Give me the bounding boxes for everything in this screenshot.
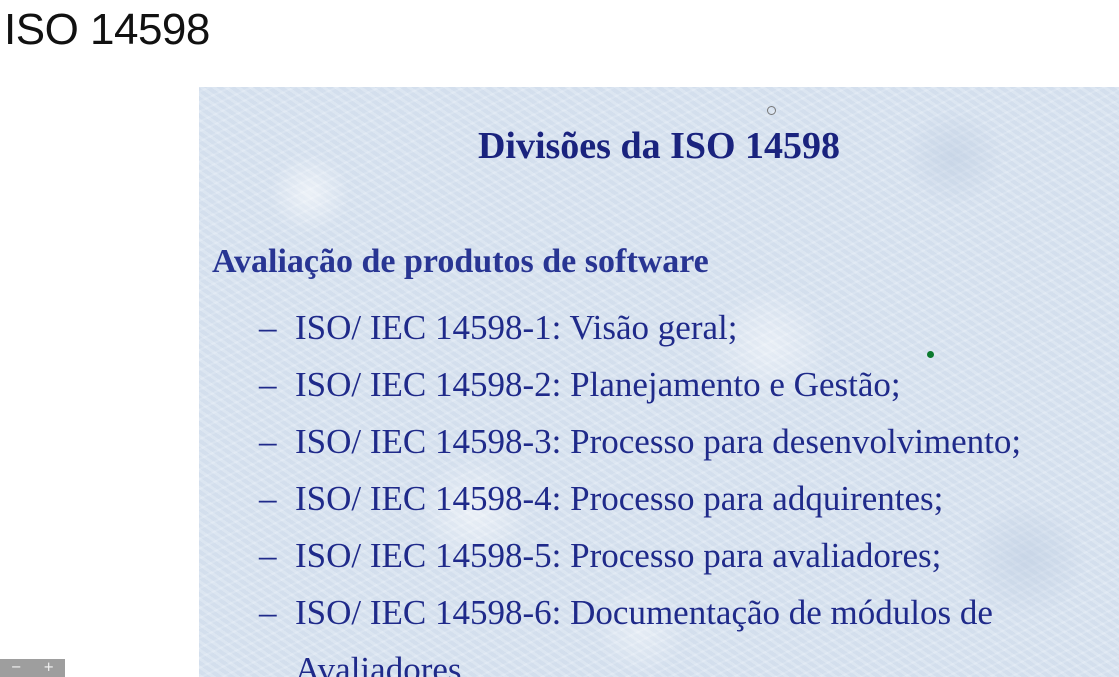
slide-heading: Divisões da ISO 14598	[477, 125, 841, 167]
page-title: ISO 14598	[4, 5, 210, 54]
zoom-out-button[interactable]: −	[11, 659, 22, 677]
list-item: – ISO/ IEC 14598-6: Documentação de módu…	[259, 584, 1119, 677]
list-item-continuation: Avaliadores.	[295, 650, 471, 677]
bullet-dash: –	[259, 365, 277, 404]
bullet-dash: –	[259, 479, 277, 518]
zoom-in-button[interactable]: +	[43, 659, 54, 677]
bullet-dash: –	[259, 593, 277, 632]
list-item: – ISO/ IEC 14598-4: Processo para adquir…	[259, 470, 1119, 527]
list-item-text: ISO/ IEC 14598-6: Documentação de módulo…	[295, 593, 993, 632]
zoom-controls: − +	[0, 659, 65, 677]
section-heading: Avaliação de produtos de software	[212, 243, 709, 280]
list-item-text: ISO/ IEC 14598-2: Planejamento e Gestão;	[295, 365, 901, 404]
list-item: – ISO/ IEC 14598-5: Processo para avalia…	[259, 527, 1119, 584]
bullet-dash: –	[259, 536, 277, 575]
bullet-dash: –	[259, 422, 277, 461]
bullet-dash: –	[259, 308, 277, 347]
bullet-list: – ISO/ IEC 14598-1: Visão geral; – ISO/ …	[259, 299, 1119, 677]
laser-dot-icon	[927, 351, 934, 358]
list-item-text: ISO/ IEC 14598-4: Processo para adquiren…	[295, 479, 944, 518]
list-item-text: ISO/ IEC 14598-3: Processo para desenvol…	[295, 422, 1022, 461]
list-item: – ISO/ IEC 14598-2: Planejamento e Gestã…	[259, 356, 1119, 413]
list-item: – ISO/ IEC 14598-3: Processo para desenv…	[259, 413, 1119, 470]
list-item: – ISO/ IEC 14598-1: Visão geral;	[259, 299, 1119, 356]
list-item-text: ISO/ IEC 14598-1: Visão geral;	[295, 308, 738, 347]
list-item-text: ISO/ IEC 14598-5: Processo para avaliado…	[295, 536, 942, 575]
slide-panel: Divisões da ISO 14598 Avaliação de produ…	[199, 87, 1119, 677]
cursor-ring-icon	[767, 106, 776, 115]
